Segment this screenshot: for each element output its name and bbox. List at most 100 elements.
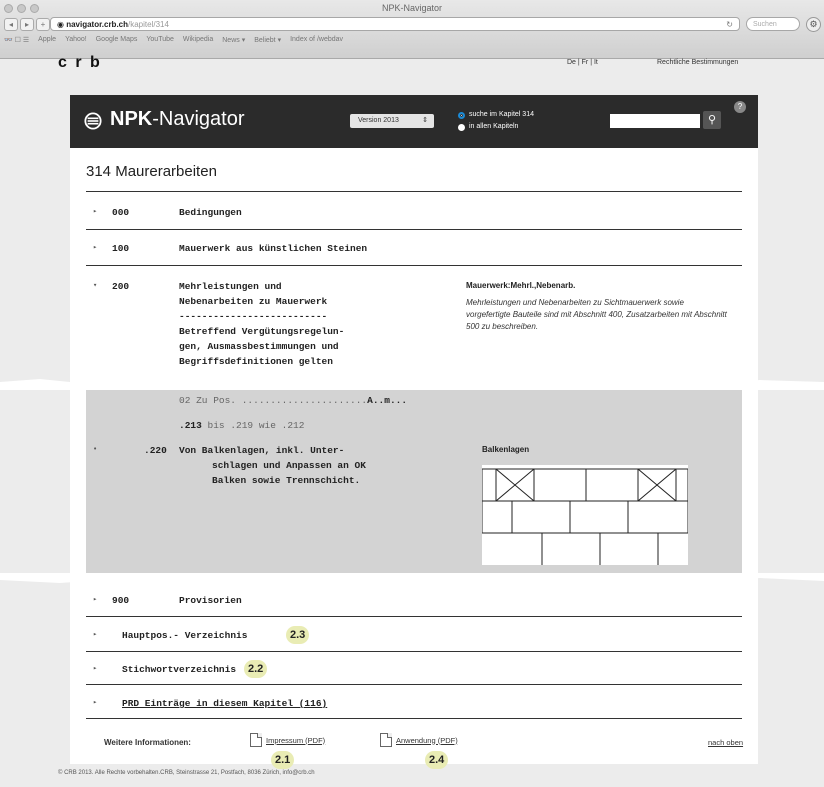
- description-title: Mauerwerk:Mehrl.,Nebenarb.: [466, 281, 576, 290]
- pdf-link-label: Anwendung (PDF): [396, 735, 458, 745]
- pdf-link-label: Impressum (PDF): [266, 735, 326, 745]
- item-bullet: •: [93, 446, 98, 454]
- row-label: Bedingungen: [179, 207, 242, 218]
- address-bar[interactable]: ◉ navigator.crb.ch/kapitel/314 ↻: [50, 17, 740, 31]
- expand-icon[interactable]: ▸: [93, 207, 97, 216]
- item-text: Von Balkenlagen, inkl. Unter- schlagen u…: [179, 443, 366, 488]
- row-label-line: Nebenarbeiten zu Mauerwerk: [179, 296, 328, 307]
- bookmark-item[interactable]: News ▾: [222, 36, 245, 44]
- expand-icon[interactable]: ▸: [93, 664, 97, 673]
- select-arrows-icon: ⇕: [422, 117, 428, 124]
- radio-selected-icon[interactable]: [458, 111, 465, 119]
- index-link-label[interactable]: Stichwortverzeichnis: [122, 664, 236, 675]
- search-input[interactable]: [610, 114, 700, 128]
- position-code: .213: [179, 420, 202, 431]
- version-select[interactable]: Version 2013 ⇕: [350, 114, 434, 128]
- search-scope: suche im Kapitel 314 in allen Kapiteln: [458, 109, 534, 133]
- item-description-title: Balkenlagen: [482, 445, 530, 454]
- divider: [86, 718, 742, 719]
- bookmarks-bar: 👓 ☐ ☰ Apple Yahoo! Google Maps YouTube W…: [4, 36, 343, 44]
- beam-layout-illustration: [482, 465, 688, 565]
- row-label: Mauerwerk aus künstlichen Steinen: [179, 243, 368, 254]
- page-break-bottom: [0, 573, 824, 583]
- bookmark-item[interactable]: Index of /webdav: [290, 36, 343, 44]
- back-icon[interactable]: ◂: [4, 18, 18, 31]
- reading-list-icon[interactable]: 👓 ☐ ☰: [4, 36, 29, 44]
- impressum-pdf-link[interactable]: Impressum (PDF): [250, 733, 325, 747]
- bookmark-item[interactable]: YouTube: [146, 36, 174, 44]
- back-to-top-link[interactable]: nach oben: [708, 738, 743, 747]
- index-link-label[interactable]: Hauptpos.- Verzeichnis: [122, 630, 247, 641]
- bookmark-item[interactable]: Beliebt ▾: [254, 36, 281, 44]
- row-label: Provisorien: [179, 595, 242, 606]
- annotation-badge: 2.1: [271, 751, 295, 769]
- row-label-line: gen, Ausmassbestimmungen und: [179, 341, 339, 352]
- pdf-icon: [250, 733, 262, 747]
- position-suffix: A..m...: [367, 395, 408, 406]
- scope-option-all[interactable]: in allen Kapiteln: [458, 121, 534, 133]
- scope-option-label: in allen Kapiteln: [469, 123, 519, 130]
- forward-icon[interactable]: ▸: [20, 18, 34, 31]
- collapse-icon[interactable]: ▾: [93, 279, 97, 294]
- item-line: Balken sowie Trennschicht.: [212, 475, 361, 486]
- browser-chrome: NPK-Navigator ◂ ▸ + ◉ navigator.crb.ch/k…: [0, 0, 824, 59]
- settings-icon[interactable]: ⚙: [806, 17, 821, 32]
- pdf-icon: [380, 733, 392, 747]
- nav-buttons: ◂ ▸ +: [4, 18, 50, 31]
- scope-option-chapter[interactable]: suche im Kapitel 314: [458, 109, 534, 121]
- version-value: Version 2013: [358, 117, 399, 124]
- bookmark-item[interactable]: Google Maps: [96, 36, 138, 44]
- bookmark-item[interactable]: Apple: [38, 36, 56, 44]
- description-text: Mehrleistungen und Nebenarbeiten zu Sich…: [466, 298, 727, 331]
- expand-icon[interactable]: ▸: [93, 243, 97, 252]
- row-code: 000: [112, 207, 130, 218]
- bookmark-item[interactable]: Wikipedia: [183, 36, 213, 44]
- crb-logo[interactable]: c r b: [58, 54, 102, 72]
- row-label-line: Betreffend Vergütungsregelun-: [179, 326, 345, 337]
- url-host: navigator.crb.ch: [66, 20, 128, 29]
- legal-link[interactable]: Rechtliche Bestimmungen: [657, 59, 738, 66]
- search-icon[interactable]: ⚲: [703, 111, 721, 129]
- browser-search-field[interactable]: Suchen: [746, 17, 800, 31]
- row-code: 900: [112, 595, 130, 606]
- position-range: bis .219 wie .212: [201, 420, 305, 431]
- app-title-bold: NPK: [110, 108, 153, 130]
- row-label-block: Mehrleistungen und Nebenarbeiten zu Maue…: [179, 279, 344, 369]
- row-code: 100: [112, 243, 130, 254]
- divider: [86, 651, 742, 652]
- divider: [86, 265, 742, 266]
- expand-icon[interactable]: ▸: [93, 698, 97, 707]
- app-title-rest: -Navigator: [152, 108, 245, 130]
- help-icon[interactable]: ?: [734, 101, 746, 113]
- site-icon: ◉: [57, 20, 67, 29]
- row-label-line: Begriffsdefinitionen gelten: [179, 356, 333, 367]
- reload-icon[interactable]: ↻: [726, 18, 733, 32]
- item-line: schlagen und Anpassen an OK: [212, 460, 366, 471]
- annotation-badge: 2.3: [286, 626, 310, 644]
- expand-icon[interactable]: ▸: [93, 630, 97, 639]
- annotation-badge: 2.4: [425, 751, 449, 769]
- divider: [86, 616, 742, 617]
- index-link-label[interactable]: PRD Einträge in diesem Kapitel (116): [122, 698, 327, 709]
- app-title: NPK-Navigator: [110, 108, 245, 131]
- scope-option-label: suche im Kapitel 314: [469, 111, 534, 118]
- page-break-top: [0, 379, 824, 390]
- chapter-title: 314 Maurerarbeiten: [86, 163, 217, 180]
- copyright-text: © CRB 2013. Alle Rechte vorbehalten.CRB,…: [58, 770, 315, 776]
- expand-icon[interactable]: ▸: [93, 595, 97, 604]
- add-bookmark-icon[interactable]: +: [36, 18, 50, 31]
- row-label-line: Mehrleistungen und: [179, 281, 282, 292]
- url-path: /kapitel/314: [128, 20, 169, 29]
- position-line: .213 bis .219 wie .212: [179, 420, 304, 431]
- row-label-line: --------------------------: [179, 311, 328, 322]
- window-title: NPK-Navigator: [381, 3, 443, 13]
- divider: [86, 229, 742, 230]
- anwendung-pdf-link[interactable]: Anwendung (PDF): [380, 733, 458, 747]
- language-switcher[interactable]: De | Fr | It: [567, 59, 598, 66]
- bookmark-item[interactable]: Yahoo!: [65, 36, 87, 44]
- main-content: NPK-Navigator Version 2013 ⇕ suche im Kap…: [70, 95, 758, 769]
- radio-icon[interactable]: [458, 123, 465, 131]
- divider: [86, 684, 742, 685]
- annotation-badge: 2.2: [244, 660, 268, 678]
- row-code: 200: [112, 281, 130, 292]
